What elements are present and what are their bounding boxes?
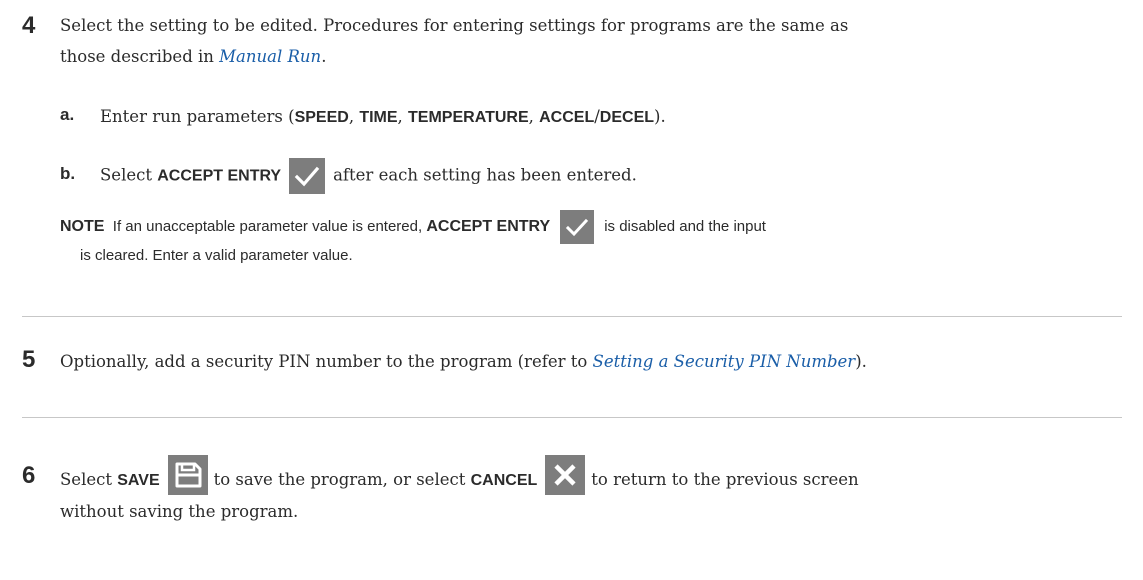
substep-a: a. Enter run parameters (SPEED, TIME, TE… xyxy=(0,101,1143,133)
substep-text-after: after each setting has been entered. xyxy=(333,165,637,185)
substep-text: Select ACCEPT ENTRY after each setting ha… xyxy=(100,158,637,194)
substep-b: b. Select ACCEPT ENTRY after each setting… xyxy=(0,155,1143,194)
manual-run-link[interactable]: Manual Run xyxy=(219,47,321,66)
note-block: NOTE If an unacceptable parameter value … xyxy=(60,210,1120,268)
separator: , xyxy=(528,107,540,126)
security-pin-link[interactable]: Setting a Security PIN Number xyxy=(593,352,856,371)
save-icon[interactable] xyxy=(167,455,208,495)
accept-entry-keyword: ACCEPT ENTRY xyxy=(157,167,282,185)
speed-keyword: SPEED xyxy=(294,109,349,126)
note-text-line2: is cleared. Enter a valid parameter valu… xyxy=(80,247,353,264)
substep-text-after: ). xyxy=(654,107,666,126)
note-label: NOTE xyxy=(60,217,105,235)
step-text: Select SAVE to save the program, or selec… xyxy=(60,455,1140,527)
step-text: Optionally, add a security PIN number to… xyxy=(60,346,1135,377)
substep-text-before: Enter run parameters ( xyxy=(100,107,295,126)
step-text-part: to return to the previous screen xyxy=(591,470,859,489)
temperature-keyword: TEMPERATURE xyxy=(408,109,529,126)
accept-entry-keyword: ACCEPT ENTRY xyxy=(426,217,551,235)
step-text-after: ). xyxy=(855,352,867,371)
step-number: 6 xyxy=(22,462,36,489)
step-text-line2-after: . xyxy=(321,47,327,66)
step-text-before: Optionally, add a security PIN number to… xyxy=(60,352,593,371)
separator: , xyxy=(348,107,360,126)
step-text-line2: without saving the program. xyxy=(60,502,299,521)
note-text-after: is disabled and the input xyxy=(604,217,766,235)
substep-letter: b. xyxy=(60,164,76,183)
divider xyxy=(22,417,1122,418)
step-number: 4 xyxy=(22,12,36,39)
decel-keyword: DECEL xyxy=(599,109,655,126)
time-keyword: TIME xyxy=(359,109,398,126)
accel-keyword: ACCEL xyxy=(539,109,595,126)
cancel-keyword: CANCEL xyxy=(470,472,538,489)
step-text-part: to save the program, or select xyxy=(213,470,471,489)
step-text-line2-before: those described in xyxy=(60,47,220,66)
save-keyword: SAVE xyxy=(117,472,160,489)
checkmark-icon[interactable] xyxy=(560,210,595,244)
step-text-line1: Select the setting to be edited. Procedu… xyxy=(60,16,849,35)
note-text-before: If an unacceptable parameter value is en… xyxy=(112,217,427,235)
step-text: Select the setting to be edited. Procedu… xyxy=(60,10,1135,72)
close-icon[interactable] xyxy=(545,455,586,495)
checkmark-icon[interactable] xyxy=(289,158,326,194)
substep-text: Enter run parameters (SPEED, TIME, TEMPE… xyxy=(100,101,666,133)
step-number: 5 xyxy=(22,346,36,373)
separator: , xyxy=(397,107,409,126)
step-text-part: Select xyxy=(60,470,118,489)
substep-text-before: Select xyxy=(100,165,158,185)
substep-letter: a. xyxy=(60,105,75,124)
divider xyxy=(22,316,1122,317)
